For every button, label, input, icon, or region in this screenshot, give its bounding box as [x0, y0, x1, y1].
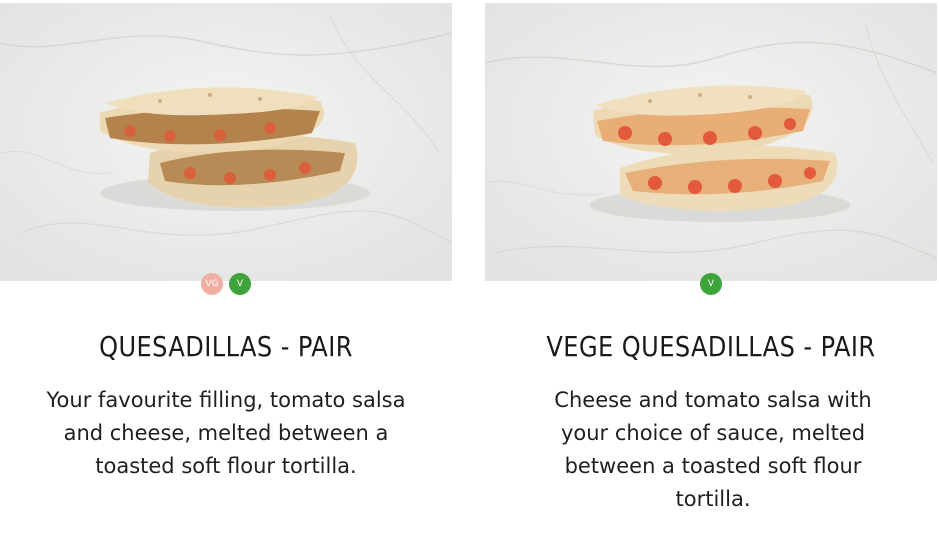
dietary-badges: V	[485, 273, 937, 295]
product-card-vege-quesadillas[interactable]: V VEGE QUESADILLAS - PAIR Cheese and tom…	[485, 0, 939, 540]
vegetarian-badge: V	[229, 273, 251, 295]
quesadilla-photo-illustration	[0, 3, 452, 281]
vege-quesadilla-photo-illustration	[485, 3, 937, 281]
product-image-vege-quesadillas[interactable]	[485, 3, 937, 281]
vegan-badge: VG	[201, 273, 223, 295]
product-title[interactable]: VEGE QUESADILLAS - PAIR	[517, 327, 906, 367]
product-image-quesadillas[interactable]	[0, 3, 452, 281]
product-description: Cheese and tomato salsa with your choice…	[554, 388, 872, 511]
dietary-badges: VG V	[0, 273, 452, 295]
vegetarian-badge: V	[700, 273, 722, 295]
product-title[interactable]: QUESADILLAS - PAIR	[32, 327, 421, 367]
product-description: Your favourite filling, tomato salsa and…	[46, 388, 406, 478]
product-card-quesadillas[interactable]: VG V QUESADILLAS - PAIR Your favourite f…	[0, 0, 454, 540]
